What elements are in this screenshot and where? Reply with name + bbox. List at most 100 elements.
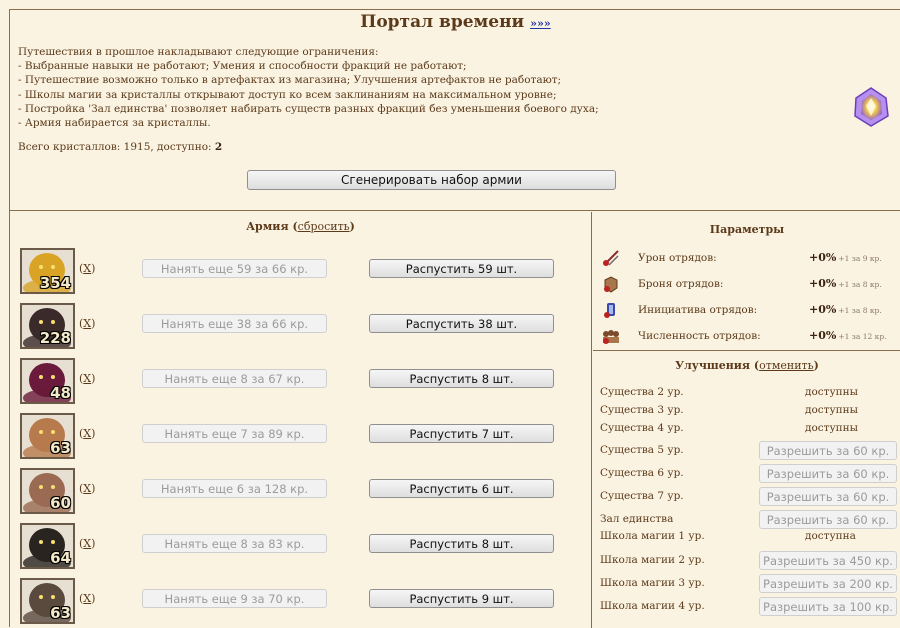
restriction-line: - Путешествие возможно только в артефакт… [18, 74, 562, 87]
dismiss-button[interactable]: Распустить 9 шт. [369, 589, 554, 608]
army-title: Армия (сбросить) [10, 220, 591, 233]
remove-unit-link[interactable]: X [83, 262, 91, 275]
unit-count: 228 [39, 329, 71, 347]
upgrade-label: Существа 5 ур. [600, 444, 684, 456]
remove-unit-link[interactable]: X [83, 592, 91, 605]
parameter-value-group[interactable]: +0% +1 за 8 кр. [809, 303, 882, 316]
upgrade-allow-button[interactable]: Разрешить за 200 кр. [759, 574, 897, 593]
army-title-text: Армия [246, 220, 289, 233]
portrait-eye [39, 540, 43, 544]
remove-unit-link[interactable]: X [83, 537, 91, 550]
parameter-value: +0% [809, 329, 837, 342]
hire-more-button[interactable]: Нанять еще 59 за 66 кр. [142, 259, 327, 278]
anubis-portrait-icon[interactable]: 64 [20, 523, 75, 569]
army-unit-row: 60 (X) Нанять еще 6 за 128 кр. Распустить 6… [20, 468, 580, 516]
remove-unit-group: (X) [79, 537, 96, 550]
remove-unit-link[interactable]: X [83, 482, 91, 495]
hire-more-button[interactable]: Нанять еще 8 за 83 кр. [142, 534, 327, 553]
hire-more-button[interactable]: Нанять еще 8 за 67 кр. [142, 369, 327, 388]
parameters-title: Параметры [709, 223, 785, 236]
page-title: Портал времени »»» [10, 12, 900, 32]
parameter-value-group[interactable]: +0% +1 за 8 кр. [809, 277, 882, 290]
hire-more-button[interactable]: Нанять еще 7 за 89 кр. [142, 424, 327, 443]
parameter-value-group[interactable]: +0% +1 за 9 кр. [809, 251, 882, 264]
dismiss-button[interactable]: Распустить 8 шт. [369, 534, 554, 553]
upgrades-title: Улучшения (отменить) [593, 359, 900, 372]
restriction-line: - Армия набирается за кристаллы. [18, 117, 211, 130]
crystal-summary: Всего кристаллов: 1915, доступно: 2 [18, 141, 222, 153]
upgrades-cancel-group: (отменить) [754, 359, 819, 372]
dismiss-button[interactable]: Распустить 6 шт. [369, 479, 554, 498]
upgrades-cancel-link[interactable]: отменить [759, 359, 814, 372]
upgrade-allow-button[interactable]: Разрешить за 450 кр. [759, 551, 897, 570]
damage-icon [603, 250, 619, 266]
dismiss-button[interactable]: Распустить 38 шт. [369, 314, 554, 333]
generate-army-button[interactable]: Сгенерировать набор армии [247, 170, 616, 190]
portrait-eye [39, 320, 43, 324]
remove-unit-link[interactable]: X [83, 372, 91, 385]
upgrade-allow-button[interactable]: Разрешить за 100 кр. [759, 597, 897, 616]
mummy-portrait-icon[interactable]: 63 [20, 413, 75, 459]
army-unit-row: 228 (X) Нанять еще 38 за 66 кр. Распустить … [20, 303, 580, 351]
upgrade-allow-button[interactable]: Разрешить за 60 кр. [759, 464, 897, 483]
parameter-label: Инициатива отрядов: [638, 304, 758, 316]
army-reset-link[interactable]: сбросить [298, 220, 350, 233]
upgrades-section: Улучшения (отменить) Существа 2 ур. досту… [593, 352, 900, 628]
portrait-eye [39, 595, 43, 599]
portrait-eye [39, 265, 43, 269]
army-reset-group: (сбросить) [292, 220, 354, 233]
upgrade-status: доступны [805, 422, 859, 434]
upgrade-status: доступны [805, 404, 859, 416]
hire-more-button[interactable]: Нанять еще 6 за 128 кр. [142, 479, 327, 498]
army-unit-row: 354 (X) Нанять еще 59 за 66 кр. Распустить … [20, 248, 580, 296]
unit-count: 63 [50, 439, 71, 457]
more-link[interactable]: »»» [530, 17, 551, 30]
hire-more-button[interactable]: Нанять еще 9 за 70 кр. [142, 589, 327, 608]
initiative-icon [604, 303, 615, 318]
armor-icon [604, 276, 618, 293]
remove-unit-group: (X) [79, 482, 96, 495]
dismiss-button[interactable]: Распустить 7 шт. [369, 424, 554, 443]
crystal-icon [854, 87, 889, 127]
upgrade-allow-button[interactable]: Разрешить за 60 кр. [759, 487, 897, 506]
parameter-cost-note: +1 за 8 кр. [838, 306, 882, 315]
upgrade-label: Школа магии 2 ур. [600, 554, 705, 566]
parameter-row: Инициатива отрядов: +0% +1 за 8 кр. [593, 300, 900, 322]
portrait-eye [51, 430, 55, 434]
parameter-label: Броня отрядов: [638, 278, 724, 290]
restriction-line: - Школы магии за кристаллы открывают дос… [18, 88, 557, 101]
portal-info-section: Портал времени »»» Путешествия в прошлое… [10, 10, 900, 211]
pharaoh-portrait-icon[interactable]: 60 [20, 468, 75, 514]
upgrade-status: доступна [805, 530, 856, 542]
portrait-eye [51, 375, 55, 379]
portrait-eye [51, 540, 55, 544]
portrait-eye [51, 485, 55, 489]
demon-portrait-icon[interactable]: 48 [20, 358, 75, 404]
upgrade-allow-button[interactable]: Разрешить за 60 кр. [759, 510, 897, 529]
parameter-value-group[interactable]: +0% +1 за 12 кр. [809, 329, 887, 342]
restrictions-list: Путешествия в прошлое накладывают следую… [18, 45, 599, 130]
dragon-portrait-icon[interactable]: 228 [20, 303, 75, 349]
unit-count: 354 [39, 274, 71, 292]
griffin-portrait-icon[interactable]: 354 [20, 248, 75, 294]
unit-count: 48 [50, 384, 71, 402]
upgrades-title-text: Улучшения [675, 359, 751, 372]
crystal-summary-text: Всего кристаллов: 1915, доступно: [18, 141, 215, 153]
upgrade-label: Существа 2 ур. [600, 386, 684, 398]
dismiss-button[interactable]: Распустить 8 шт. [369, 369, 554, 388]
title-text: Портал времени [360, 12, 525, 32]
parameter-cost-note: +1 за 8 кр. [838, 280, 882, 289]
hire-more-button[interactable]: Нанять еще 38 за 66 кр. [142, 314, 327, 333]
restriction-line: - Выбранные навыки не работают; Умения и… [18, 60, 467, 73]
remove-unit-group: (X) [79, 592, 96, 605]
dismiss-button[interactable]: Распустить 59 шт. [369, 259, 554, 278]
paren-close: ) [813, 359, 819, 372]
jackal-portrait-icon[interactable]: 63 [20, 578, 75, 624]
upgrade-allow-button[interactable]: Разрешить за 60 кр. [759, 441, 897, 460]
parameter-row: Броня отрядов: +0% +1 за 8 кр. [593, 274, 900, 296]
parameter-row: Численность отрядов: +0% +1 за 12 кр. [593, 326, 900, 348]
upgrade-label: Существа 3 ур. [600, 404, 684, 416]
remove-unit-link[interactable]: X [83, 317, 91, 330]
upgrade-label: Зал единства [600, 513, 674, 525]
remove-unit-link[interactable]: X [83, 427, 91, 440]
